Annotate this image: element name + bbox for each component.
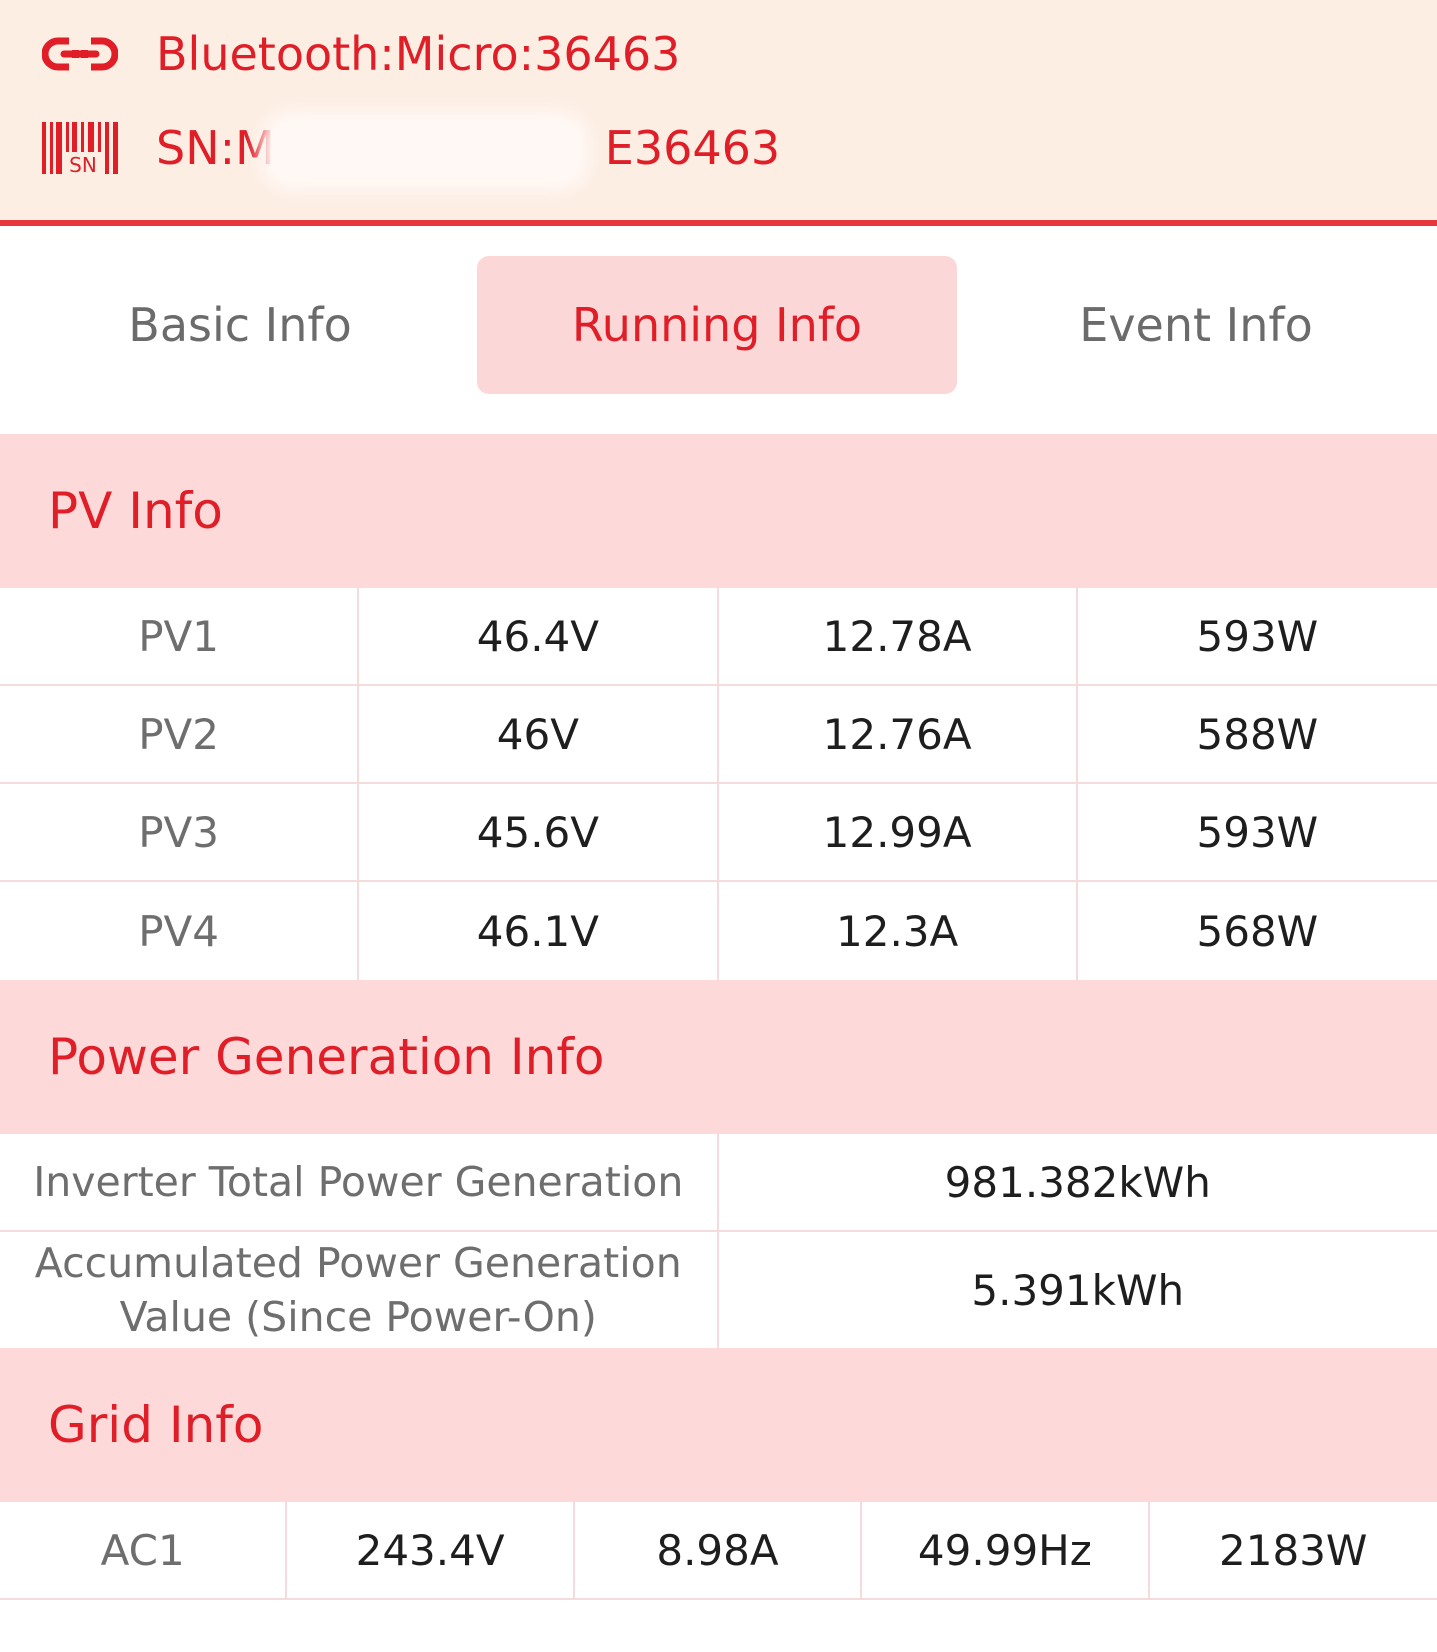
table-row: PV3 45.6V 12.99A 593W xyxy=(0,784,1437,882)
ac-current: 8.98A xyxy=(575,1502,863,1598)
sn-barcode-icon: SN xyxy=(42,120,122,176)
device-header: Bluetooth:Micro:36463 SN SN:M E36463 xyxy=(0,0,1437,226)
table-row: Accumulated Power Generation Value (Sinc… xyxy=(0,1232,1437,1348)
pv-voltage: 45.6V xyxy=(359,784,719,880)
pv-power: 588W xyxy=(1196,709,1319,759)
pv-power: 593W xyxy=(1196,807,1319,857)
tab-bar: Basic Info Running Info Event Info xyxy=(0,226,1437,416)
power-generation-label: Accumulated Power Generation Value (Sinc… xyxy=(0,1232,719,1348)
table-row: Inverter Total Power Generation 981.382k… xyxy=(0,1134,1437,1232)
serial-number-redaction xyxy=(260,111,590,191)
serial-number-suffix: E36463 xyxy=(604,121,781,175)
pv-current: 12.3A xyxy=(719,882,1078,980)
grid-info-header: Grid Info xyxy=(0,1348,1437,1502)
pv-name: PV4 xyxy=(0,882,360,980)
table-row: PV2 46V 12.76A 588W xyxy=(0,686,1437,784)
ac-name: AC1 xyxy=(0,1502,288,1598)
ac-frequency: 49.99Hz xyxy=(862,1502,1150,1598)
pv-name: PV2 xyxy=(0,686,360,782)
table-row: AC1 243.4V 8.98A 49.99Hz 2183W xyxy=(0,1502,1437,1600)
power-generation-title: Power Generation Info xyxy=(48,1028,605,1086)
tab-running-info[interactable]: Running Info xyxy=(477,256,957,394)
link-icon xyxy=(42,26,122,82)
pv-voltage: 46V xyxy=(359,686,719,782)
pv-info-header: PV Info xyxy=(0,434,1437,588)
pv-power: 568W xyxy=(1196,906,1319,956)
power-generation-value: 5.391kWh xyxy=(971,1265,1185,1315)
grid-info-title: Grid Info xyxy=(48,1396,264,1454)
bluetooth-row: Bluetooth:Micro:36463 xyxy=(42,24,680,84)
serial-number-prefix: SN:M xyxy=(156,121,275,175)
power-generation-value: 981.382kWh xyxy=(944,1157,1211,1207)
tab-event-info[interactable]: Event Info xyxy=(956,256,1436,394)
pv-name: PV3 xyxy=(0,784,360,880)
table-row: PV4 46.1V 12.3A 568W xyxy=(0,882,1437,980)
pv-current: 12.76A xyxy=(719,686,1078,782)
pv-info-title: PV Info xyxy=(48,482,223,540)
pv-voltage: 46.1V xyxy=(359,882,719,980)
serial-number-label: SN:M E36463 xyxy=(156,111,781,191)
pv-name: PV1 xyxy=(0,588,360,684)
tab-basic-info[interactable]: Basic Info xyxy=(0,256,480,394)
ac-power: 2183W xyxy=(1219,1525,1368,1575)
serial-number-row: SN SN:M E36463 xyxy=(42,111,781,191)
pv-power: 593W xyxy=(1196,611,1319,661)
pv-voltage: 46.4V xyxy=(359,588,719,684)
pv-current: 12.78A xyxy=(719,588,1078,684)
svg-text:SN: SN xyxy=(69,153,97,174)
power-generation-label: Inverter Total Power Generation xyxy=(0,1134,719,1230)
ac-voltage: 243.4V xyxy=(287,1502,575,1598)
bluetooth-label: Bluetooth:Micro:36463 xyxy=(156,27,681,81)
power-generation-header: Power Generation Info xyxy=(0,980,1437,1134)
table-row: PV1 46.4V 12.78A 593W xyxy=(0,588,1437,686)
pv-current: 12.99A xyxy=(719,784,1078,880)
